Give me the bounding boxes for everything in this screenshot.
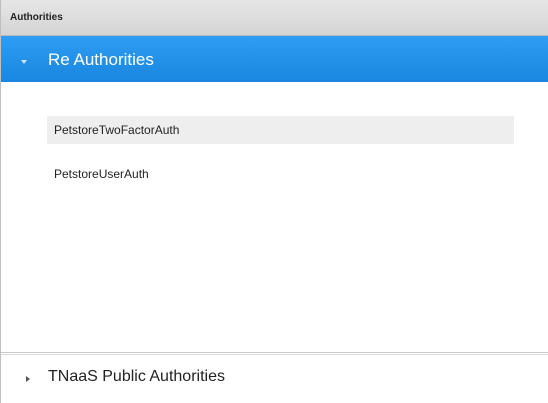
caret-down-icon bbox=[21, 60, 27, 64]
authorities-panel: Authorities Re Authorities PetstoreTwoFa… bbox=[0, 0, 548, 403]
divider bbox=[1, 352, 548, 353]
section-header-tnaas-public-authorities[interactable]: TNaaS Public Authorities bbox=[2, 356, 548, 396]
section-header-re-authorities[interactable]: Re Authorities bbox=[1, 36, 548, 82]
list-item-label: PetstoreTwoFactorAuth bbox=[54, 123, 180, 137]
authorities-list: PetstoreTwoFactorAuth PetstoreUserAuth bbox=[2, 82, 548, 352]
list-item-petstore-two-factor-auth[interactable]: PetstoreTwoFactorAuth bbox=[47, 116, 514, 144]
caret-right-icon bbox=[26, 376, 30, 382]
section-title: Re Authorities bbox=[48, 50, 154, 69]
panel-header: Authorities bbox=[1, 0, 548, 36]
divider bbox=[1, 354, 548, 355]
panel-title: Authorities bbox=[10, 12, 63, 23]
list-item-label: PetstoreUserAuth bbox=[54, 167, 149, 181]
section-title: TNaaS Public Authorities bbox=[48, 368, 225, 385]
list-item-petstore-user-auth[interactable]: PetstoreUserAuth bbox=[47, 160, 514, 188]
